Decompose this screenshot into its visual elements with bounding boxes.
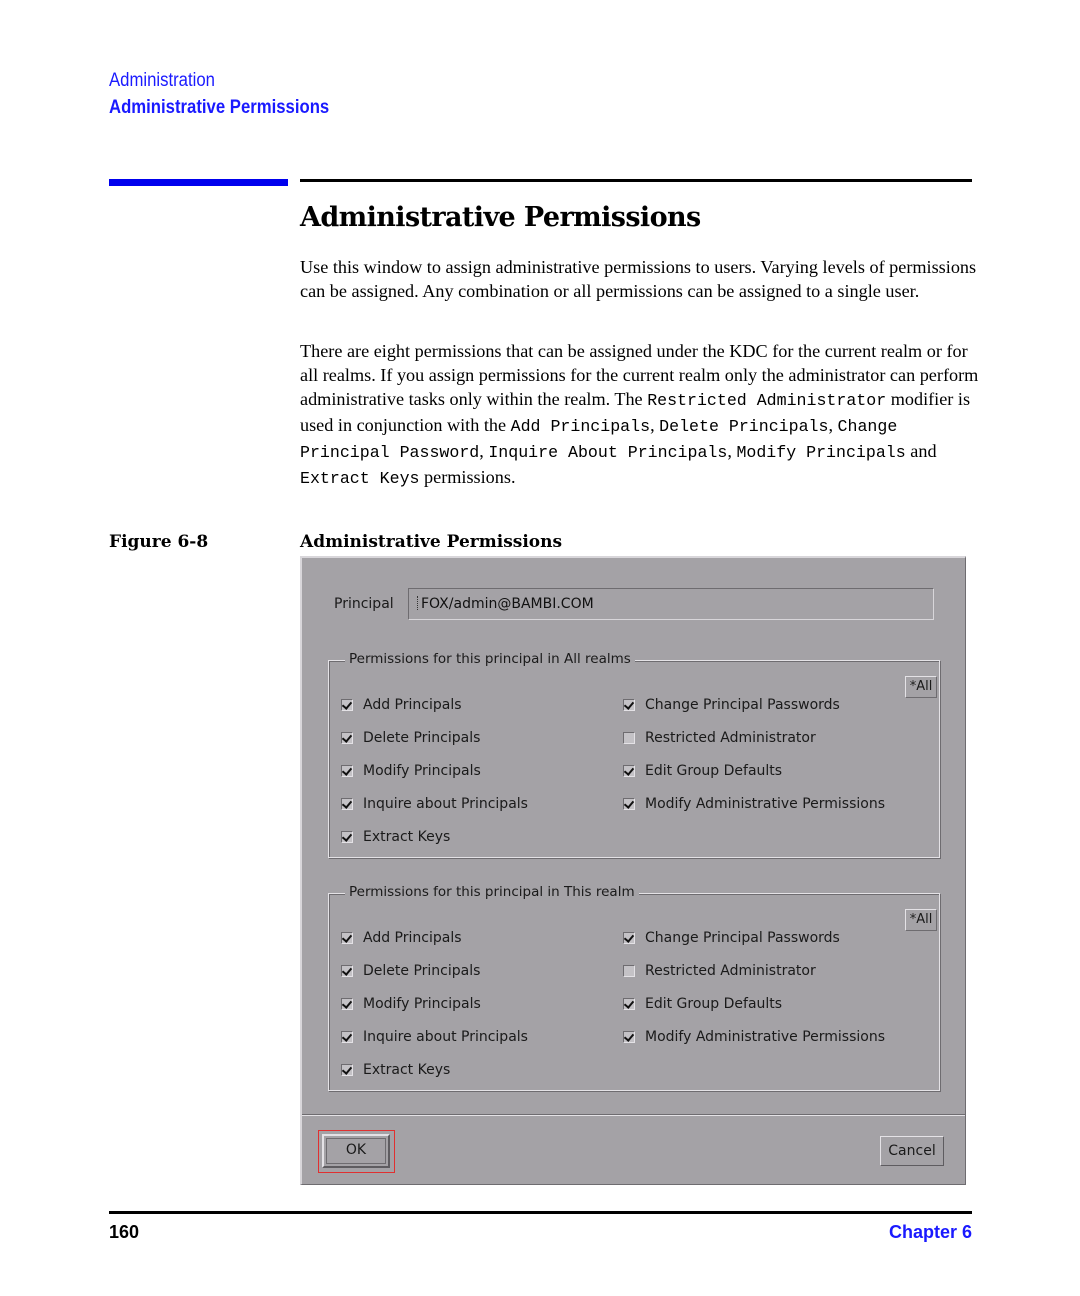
principal-value: FOX/admin@BAMBI.COM <box>421 596 594 612</box>
code-run: Modify Principals <box>736 443 906 462</box>
checkbox-label: Restricted Administrator <box>645 730 816 746</box>
checkbox-modify-admin-permissions[interactable]: Modify Administrative Permissions <box>623 1029 885 1045</box>
checkbox-icon[interactable] <box>623 732 635 744</box>
checkbox-inquire-principals[interactable]: Inquire about Principals <box>341 796 528 812</box>
checkbox-label: Delete Principals <box>363 963 481 979</box>
checkbox-label: Add Principals <box>363 930 462 946</box>
checkbox-icon[interactable] <box>623 965 635 977</box>
checkbox-restricted-admin[interactable]: Restricted Administrator <box>623 730 816 746</box>
principal-label: Principal <box>334 596 394 612</box>
checkbox-icon[interactable] <box>341 932 353 944</box>
this-realm-permissions-group: Permissions for this principal in This r… <box>328 884 940 1091</box>
running-head: Administration Administrative Permission… <box>109 68 359 122</box>
checkbox-icon[interactable] <box>341 1031 353 1043</box>
checkbox-restricted-admin[interactable]: Restricted Administrator <box>623 963 816 979</box>
checkbox-modify-principals[interactable]: Modify Principals <box>341 996 481 1012</box>
section-rule <box>300 179 972 182</box>
text-run: permissions. <box>419 467 516 487</box>
checkbox-edit-group-defaults[interactable]: Edit Group Defaults <box>623 763 782 779</box>
checkbox-label: Edit Group Defaults <box>645 763 783 779</box>
checkbox-label: Extract Keys <box>363 1062 451 1078</box>
checkbox-label: Modify Principals <box>363 996 481 1012</box>
button-separator <box>302 1114 965 1116</box>
checkbox-icon[interactable] <box>623 798 635 810</box>
all-realms-permissions-group: Permissions for this principal in All re… <box>328 651 940 858</box>
footer-rule <box>109 1211 972 1214</box>
checkbox-inquire-principals[interactable]: Inquire about Principals <box>341 1029 528 1045</box>
checkbox-label: Inquire about Principals <box>363 796 528 812</box>
code-run: Inquire About Principals <box>488 443 728 462</box>
checkbox-modify-admin-permissions[interactable]: Modify Administrative Permissions <box>623 796 885 812</box>
text-run: , <box>650 415 660 435</box>
checkbox-icon[interactable] <box>623 699 635 711</box>
checkbox-icon[interactable] <box>341 765 353 777</box>
checkbox-icon[interactable] <box>341 732 353 744</box>
checkbox-icon[interactable] <box>623 1031 635 1043</box>
checkbox-add-principals[interactable]: Add Principals <box>341 930 462 946</box>
code-run: Restricted Administrator <box>647 391 887 410</box>
checkbox-label: Modify Principals <box>363 763 481 779</box>
figure-title: Administrative Permissions <box>300 532 563 552</box>
checkbox-icon[interactable] <box>341 965 353 977</box>
cancel-button[interactable]: Cancel <box>880 1136 944 1166</box>
checkbox-icon[interactable] <box>341 1064 353 1076</box>
checkbox-change-passwords[interactable]: Change Principal Passwords <box>623 930 840 946</box>
section-title: Administrative Permissions <box>300 202 701 233</box>
figure-label: Figure 6-8 <box>109 532 209 552</box>
principal-input[interactable]: FOX/admin@BAMBI.COM <box>408 588 934 620</box>
checkbox-label: Change Principal Passwords <box>645 930 840 946</box>
checkbox-icon[interactable] <box>341 699 353 711</box>
admin-permissions-dialog: Principal FOX/admin@BAMBI.COM Permission… <box>300 556 966 1185</box>
ok-button[interactable]: OK <box>322 1134 390 1168</box>
checkbox-label: Modify Administrative Permissions <box>645 796 885 812</box>
checkbox-label: Delete Principals <box>363 730 481 746</box>
checkbox-modify-principals[interactable]: Modify Principals <box>341 763 481 779</box>
permissions-paragraph: There are eight permissions that can be … <box>300 339 980 491</box>
checkbox-change-passwords[interactable]: Change Principal Passwords <box>623 697 840 713</box>
text-run: , <box>828 415 838 435</box>
checkbox-add-principals[interactable]: Add Principals <box>341 697 462 713</box>
checkbox-delete-principals[interactable]: Delete Principals <box>341 730 480 746</box>
checkbox-icon[interactable] <box>623 998 635 1010</box>
checkbox-icon[interactable] <box>341 798 353 810</box>
checkbox-label: Inquire about Principals <box>363 1029 528 1045</box>
checkbox-icon[interactable] <box>623 765 635 777</box>
checkbox-label: Restricted Administrator <box>645 963 816 979</box>
checkbox-icon[interactable] <box>341 998 353 1010</box>
text-run: , <box>479 441 489 461</box>
page-number: 160 <box>109 1222 140 1242</box>
checkbox-icon[interactable] <box>623 932 635 944</box>
running-head-chapter: Administration <box>109 70 215 91</box>
running-head-section: Administrative Permissions <box>109 97 330 118</box>
select-all-button[interactable]: *All <box>905 676 937 698</box>
code-run: Add Principals <box>510 417 651 436</box>
text-cursor <box>417 596 420 610</box>
checkbox-delete-principals[interactable]: Delete Principals <box>341 963 480 979</box>
code-run: Delete Principals <box>659 417 829 436</box>
group-legend: Permissions for this principal in This r… <box>345 884 639 900</box>
intro-paragraph: Use this window to assign administrative… <box>300 257 977 301</box>
checkbox-extract-keys[interactable]: Extract Keys <box>341 1062 450 1078</box>
checkbox-label: Modify Administrative Permissions <box>645 1029 885 1045</box>
checkbox-icon[interactable] <box>341 831 353 843</box>
text-run: and <box>905 441 937 461</box>
checkbox-label: Add Principals <box>363 697 462 713</box>
checkbox-label: Edit Group Defaults <box>645 996 783 1012</box>
checkbox-label: Extract Keys <box>363 829 451 845</box>
select-all-button[interactable]: *All <box>905 909 937 931</box>
section-accent-bar <box>109 179 288 186</box>
checkbox-label: Change Principal Passwords <box>645 697 840 713</box>
code-run: Extract Keys <box>300 469 420 488</box>
chapter-label: Chapter 6 <box>888 1222 972 1242</box>
group-legend: Permissions for this principal in All re… <box>345 651 635 667</box>
checkbox-edit-group-defaults[interactable]: Edit Group Defaults <box>623 996 782 1012</box>
checkbox-extract-keys[interactable]: Extract Keys <box>341 829 450 845</box>
